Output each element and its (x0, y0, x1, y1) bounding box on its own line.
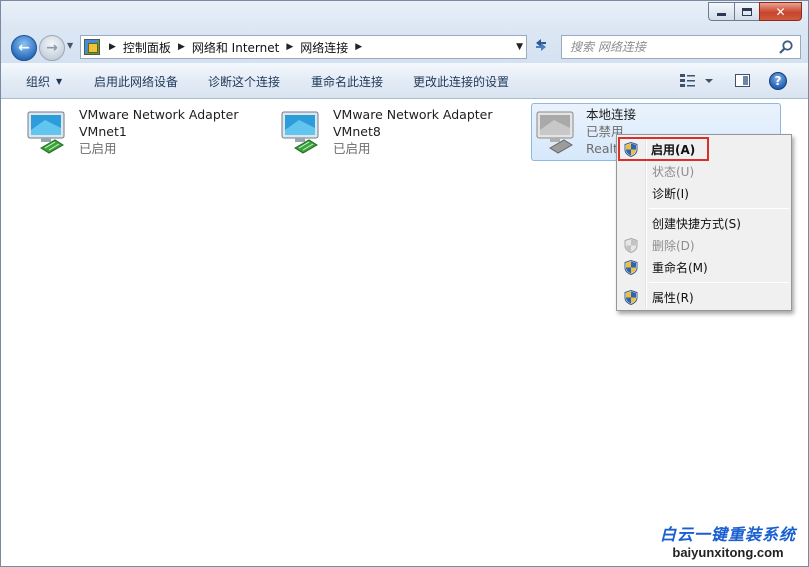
menu-item-status[interactable]: 状态(U) (619, 160, 789, 182)
adapter-name: 本地连接 (586, 107, 637, 122)
watermark-logo: 白云一键重装系统 baiyunxitong.com (660, 521, 796, 560)
preview-pane-button[interactable] (735, 74, 750, 87)
network-adapter-disabled-icon (536, 111, 574, 154)
adapter-vmnet1[interactable]: VMware Network Adapter VMnet1 已启用 (25, 104, 275, 162)
back-button[interactable]: ← (11, 35, 37, 61)
search-input[interactable] (570, 40, 770, 54)
minimize-icon (717, 13, 726, 16)
breadcrumb-separator-icon[interactable]: ▶ (355, 42, 362, 52)
menu-item-enable[interactable]: 启用(A) (618, 137, 709, 161)
menu-separator (649, 208, 789, 209)
watermark-domain: baiyunxitong.com (672, 545, 784, 560)
search-icon[interactable] (778, 39, 794, 55)
adapter-vmnet8[interactable]: VMware Network Adapter VMnet8 已启用 (279, 104, 529, 162)
close-button[interactable]: ✕ (759, 2, 802, 21)
forward-button[interactable]: → (39, 35, 65, 61)
help-button[interactable]: ? (769, 72, 787, 90)
uac-shield-icon (624, 238, 638, 253)
menu-item-diagnose[interactable]: 诊断(I) (619, 182, 789, 204)
organize-button[interactable]: 组织 ▼ (26, 73, 62, 90)
uac-shield-icon (624, 260, 638, 275)
caption-buttons: ✕ (708, 2, 802, 21)
menu-item-label: 诊断(I) (652, 186, 689, 201)
uac-shield-icon (624, 290, 638, 305)
title-bar: ✕ (1, 1, 808, 31)
rename-button[interactable]: 重命名此连接 (311, 73, 383, 90)
menu-item-delete[interactable]: 删除(D) (619, 234, 789, 256)
refresh-button[interactable] (531, 37, 551, 57)
watermark-brand: 白云一键重装系统 (659, 525, 796, 544)
context-menu: 启用(A) 状态(U) 诊断(I) 创建快捷方式(S) 删除(D) 重命名(M)… (616, 134, 792, 311)
network-connections-window: ✕ ← → ▼ ▶ 控制面板 ▶ 网络和 Internet ▶ 网络连接 ▶ ▼ (0, 0, 809, 567)
adapter-info: VMware Network Adapter VMnet1 已启用 (79, 106, 239, 157)
menu-item-label: 状态(U) (652, 164, 695, 179)
network-adapter-icon (27, 111, 65, 154)
help-icon: ? (774, 74, 782, 88)
adapter-name: VMware Network Adapter (79, 107, 239, 122)
menu-item-label: 删除(D) (652, 238, 695, 253)
view-options-icon (680, 74, 713, 87)
breadcrumb-separator-icon[interactable]: ▶ (286, 42, 293, 52)
navigation-bar: ← → ▼ ▶ 控制面板 ▶ 网络和 Internet ▶ 网络连接 ▶ ▼ (1, 31, 808, 63)
menu-separator (649, 282, 789, 283)
organize-label: 组织 (26, 75, 51, 89)
chevron-down-icon: ▼ (56, 77, 63, 86)
command-bar: 组织 ▼ 启用此网络设备 诊断这个连接 重命名此连接 更改此连接的设置 ? (1, 63, 808, 99)
recent-pages-dropdown[interactable]: ▼ (67, 41, 73, 50)
menu-item-label: 重命名(M) (652, 260, 708, 275)
adapter-status: 已启用 (79, 141, 117, 156)
enable-device-button[interactable]: 启用此网络设备 (94, 73, 178, 90)
close-icon: ✕ (775, 4, 786, 19)
network-adapter-icon (281, 111, 319, 154)
menu-item-label: 创建快捷方式(S) (652, 216, 741, 231)
maximize-icon (742, 7, 752, 16)
uac-shield-icon (624, 142, 638, 157)
arrow-left-icon: ← (18, 40, 30, 56)
menu-item-label: 属性(R) (652, 290, 694, 305)
arrow-right-icon: → (46, 40, 58, 56)
change-view-button[interactable] (679, 72, 719, 90)
address-bar[interactable]: ▶ 控制面板 ▶ 网络和 Internet ▶ 网络连接 ▶ ▼ (80, 35, 527, 59)
adapter-subname: VMnet8 (333, 124, 381, 139)
change-settings-button[interactable]: 更改此连接的设置 (413, 73, 509, 90)
adapter-info: VMware Network Adapter VMnet8 已启用 (333, 106, 493, 157)
menu-item-rename[interactable]: 重命名(M) (619, 256, 789, 278)
breadcrumb-network-internet[interactable]: 网络和 Internet (192, 39, 279, 56)
search-box[interactable] (561, 35, 801, 59)
breadcrumb-separator-icon[interactable]: ▶ (109, 42, 116, 52)
maximize-button[interactable] (734, 2, 759, 21)
breadcrumb-network-connections[interactable]: 网络连接 (300, 39, 348, 56)
breadcrumb-separator-icon[interactable]: ▶ (178, 42, 185, 52)
control-panel-icon (84, 39, 100, 55)
diagnose-button[interactable]: 诊断这个连接 (208, 73, 280, 90)
adapter-name: VMware Network Adapter (333, 107, 493, 122)
refresh-icon (536, 39, 546, 51)
breadcrumb-control-panel[interactable]: 控制面板 (123, 39, 171, 56)
menu-item-label: 启用(A) (651, 142, 696, 157)
minimize-button[interactable] (708, 2, 734, 21)
menu-item-create-shortcut[interactable]: 创建快捷方式(S) (619, 212, 789, 234)
menu-item-properties[interactable]: 属性(R) (619, 286, 789, 308)
address-dropdown-icon[interactable]: ▼ (516, 42, 523, 52)
adapter-status: 已启用 (333, 141, 371, 156)
adapter-subname: VMnet1 (79, 124, 127, 139)
